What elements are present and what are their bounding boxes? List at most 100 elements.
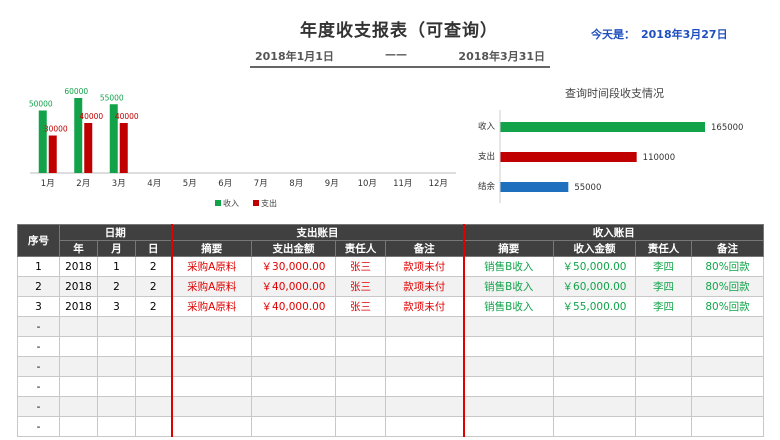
expense-summary[interactable]: 采购A原料 [170,276,252,297]
expense-person[interactable]: 张三 [335,256,386,277]
row-month[interactable] [97,376,136,397]
income-summary[interactable] [462,396,554,417]
income-person[interactable] [635,356,692,377]
income-amount[interactable] [553,316,636,337]
expense-person[interactable]: 张三 [335,276,386,297]
income-person[interactable]: 李四 [635,276,692,297]
expense-person[interactable] [335,396,386,417]
row-day[interactable] [135,416,172,437]
expense-person[interactable] [335,356,386,377]
income-summary[interactable] [462,356,554,377]
row-index[interactable]: - [17,336,60,357]
expense-person[interactable] [335,416,386,437]
expense-summary[interactable] [170,356,252,377]
income-person[interactable] [635,376,692,397]
end-date[interactable]: 2018年3月31日 [458,48,545,64]
row-index[interactable]: - [17,416,60,437]
income-summary[interactable]: 销售B收入 [462,276,554,297]
row-index[interactable]: - [17,356,60,377]
expense-summary[interactable] [170,316,252,337]
income-note[interactable] [691,416,764,437]
expense-summary[interactable]: 采购A原料 [170,256,252,277]
expense-amount[interactable] [251,316,336,337]
expense-amount[interactable]: ￥30,000.00 [251,256,336,277]
income-summary[interactable]: 销售B收入 [462,296,554,317]
income-note[interactable]: 80%回款 [691,276,764,297]
row-year[interactable]: 2018 [59,276,98,297]
expense-person[interactable] [335,376,386,397]
expense-person[interactable]: 张三 [335,296,386,317]
row-month[interactable] [97,316,136,337]
income-amount[interactable]: ￥55,000.00 [553,296,636,317]
expense-amount[interactable] [251,356,336,377]
expense-note[interactable] [385,336,464,357]
row-year[interactable] [59,376,98,397]
income-note[interactable] [691,336,764,357]
income-summary[interactable] [462,316,554,337]
row-index[interactable]: - [17,316,60,337]
row-month[interactable] [97,336,136,357]
income-amount[interactable] [553,416,636,437]
expense-summary[interactable] [170,396,252,417]
row-year[interactable]: 2018 [59,296,98,317]
row-day[interactable]: 2 [135,256,172,277]
expense-amount[interactable] [251,416,336,437]
income-amount[interactable] [553,376,636,397]
income-amount[interactable]: ￥50,000.00 [553,256,636,277]
income-person[interactable]: 李四 [635,296,692,317]
income-amount[interactable] [553,396,636,417]
income-note[interactable] [691,396,764,417]
income-person[interactable] [635,316,692,337]
income-note[interactable]: 80%回款 [691,296,764,317]
income-note[interactable] [691,316,764,337]
income-amount[interactable] [553,356,636,377]
income-summary[interactable] [462,416,554,437]
start-date[interactable]: 2018年1月1日 [255,48,334,64]
income-amount[interactable] [553,336,636,357]
expense-summary[interactable] [170,376,252,397]
row-day[interactable] [135,316,172,337]
row-year[interactable] [59,356,98,377]
expense-amount[interactable] [251,396,336,417]
row-year[interactable] [59,316,98,337]
expense-summary[interactable] [170,336,252,357]
expense-note[interactable] [385,356,464,377]
income-amount[interactable]: ￥60,000.00 [553,276,636,297]
expense-amount[interactable] [251,336,336,357]
expense-amount[interactable]: ￥40,000.00 [251,296,336,317]
income-note[interactable] [691,376,764,397]
expense-note[interactable] [385,416,464,437]
row-year[interactable]: 2018 [59,256,98,277]
expense-amount[interactable]: ￥40,000.00 [251,276,336,297]
income-summary[interactable] [462,376,554,397]
expense-note[interactable] [385,316,464,337]
income-note[interactable] [691,356,764,377]
row-day[interactable] [135,396,172,417]
income-summary[interactable]: 销售B收入 [462,256,554,277]
row-month[interactable]: 1 [97,256,136,277]
income-summary[interactable] [462,336,554,357]
row-month[interactable] [97,416,136,437]
row-day[interactable]: 2 [135,296,172,317]
row-index[interactable]: 2 [17,276,60,297]
row-day[interactable] [135,356,172,377]
income-person[interactable]: 李四 [635,256,692,277]
row-index[interactable]: 1 [17,256,60,277]
expense-note[interactable] [385,396,464,417]
row-month[interactable]: 3 [97,296,136,317]
row-day[interactable] [135,376,172,397]
income-person[interactable] [635,416,692,437]
expense-person[interactable] [335,316,386,337]
row-year[interactable] [59,336,98,357]
expense-amount[interactable] [251,376,336,397]
row-year[interactable] [59,396,98,417]
row-month[interactable] [97,356,136,377]
expense-note[interactable]: 款项未付 [385,256,464,277]
expense-note[interactable]: 款项未付 [385,276,464,297]
row-index[interactable]: 3 [17,296,60,317]
row-month[interactable] [97,396,136,417]
income-person[interactable] [635,396,692,417]
income-note[interactable]: 80%回款 [691,256,764,277]
row-index[interactable]: - [17,396,60,417]
row-day[interactable]: 2 [135,276,172,297]
